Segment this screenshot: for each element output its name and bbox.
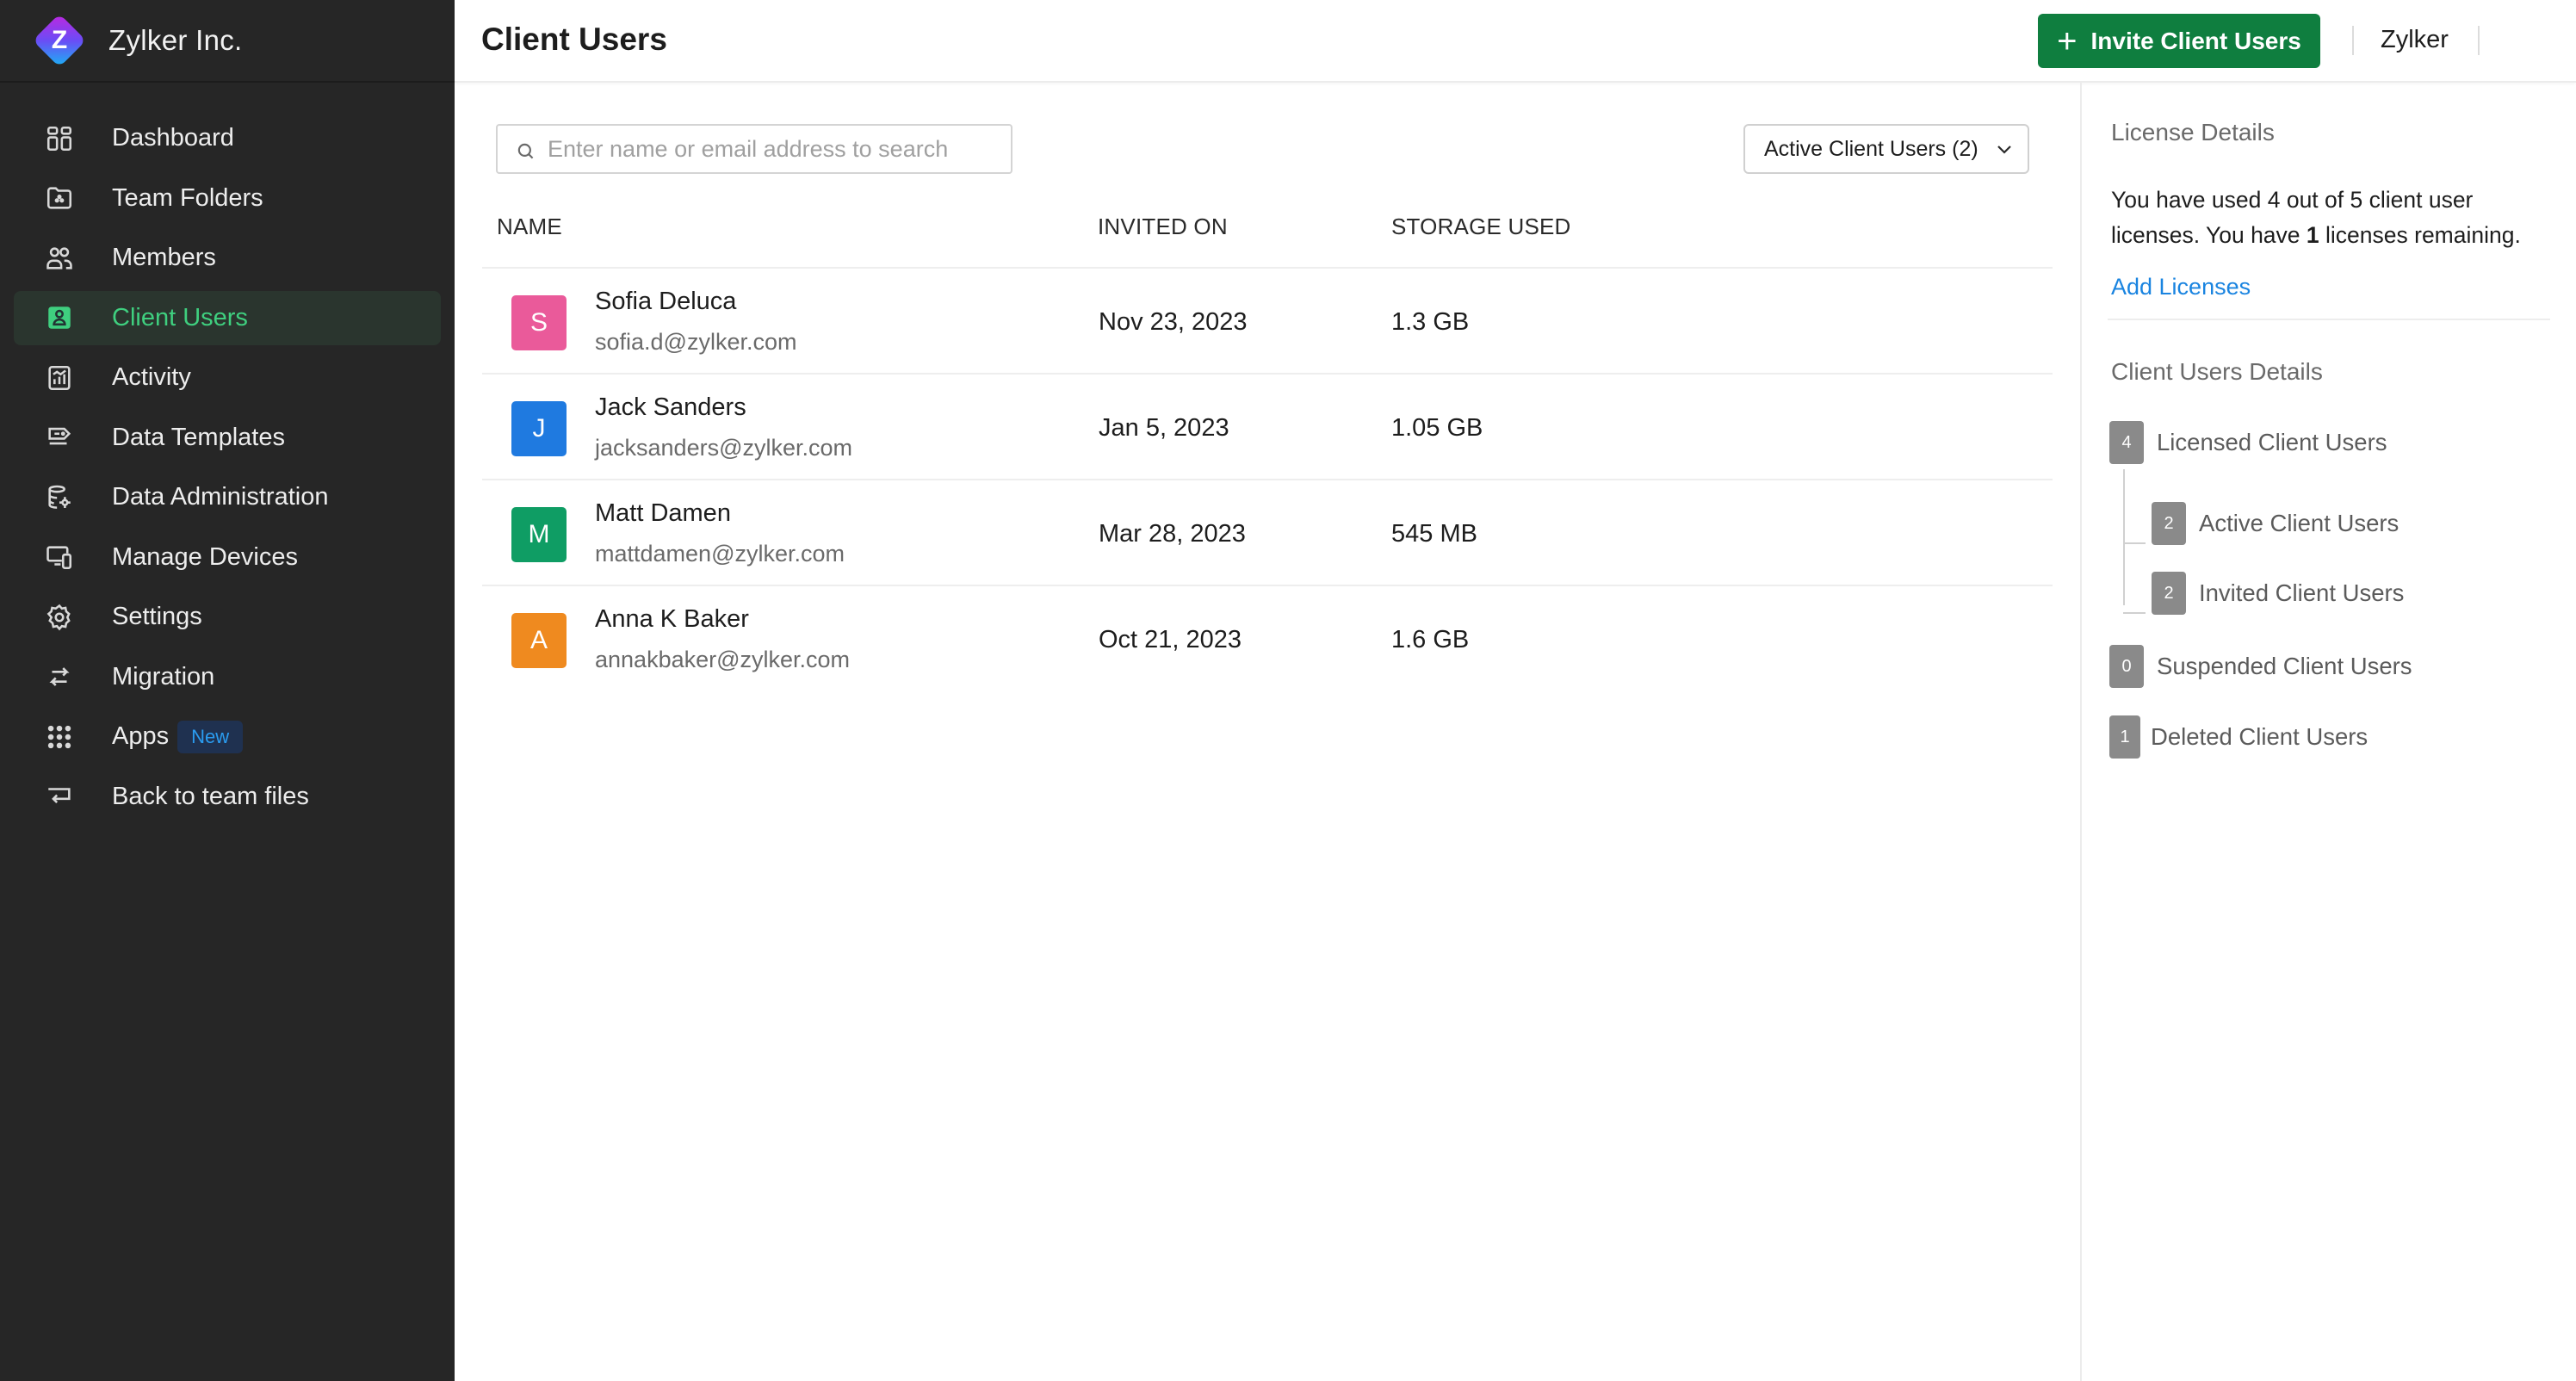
client-user-icon [43,301,76,334]
stat-licensed-client-users[interactable]: 4 Licensed Client Users [2109,421,2387,464]
license-details-heading: License Details [2111,119,2275,146]
header-divider [2478,26,2480,55]
sidebar-item-client-users[interactable]: Client Users [0,288,455,349]
sidebar-item-apps[interactable]: Apps New [0,707,455,767]
invite-client-users-button[interactable]: + Invite Client Users [2038,14,2320,68]
tree-connector [2123,469,2125,605]
gear-icon [43,601,76,634]
plus-icon: + [2057,22,2078,60]
count-badge: 0 [2109,645,2144,688]
dashboard-icon [43,122,76,155]
panel-divider [2108,319,2550,320]
sidebar-item-settings[interactable]: Settings [0,587,455,647]
column-header-invited-on[interactable]: INVITED ON [1098,214,1228,240]
table-row[interactable]: S Sofia Deluca sofia.d@zylker.com Nov 23… [482,267,2053,373]
user-name: Jack Sanders [595,393,746,421]
add-licenses-link[interactable]: Add Licenses [2111,274,2251,300]
storage-used: 1.6 GB [1391,626,1470,653]
user-initial-avatar: S [511,295,567,350]
column-header-name[interactable]: NAME [497,214,562,240]
org-switcher[interactable]: Zylker [2381,26,2449,54]
data-admin-icon [43,481,76,514]
back-arrow-icon [43,780,76,813]
table-row[interactable]: J Jack Sanders jacksanders@zylker.com Ja… [482,373,2053,479]
zylker-logo-icon: Z [32,13,87,68]
header-divider [2352,26,2354,55]
brand-header: Z Zylker Inc. [0,0,455,83]
user-email: sofia.d@zylker.com [595,329,797,355]
sidebar-item-data-administration[interactable]: Data Administration [0,468,455,528]
search-input[interactable] [548,135,995,163]
tree-connector [2123,542,2146,544]
storage-used: 1.3 GB [1391,308,1470,336]
sidebar-nav: Dashboard Team Folders Members Client Us… [0,108,455,827]
user-name: Matt Damen [595,499,731,527]
stat-invited-client-users[interactable]: 2 Invited Client Users [2152,572,2404,615]
licenses-remaining-count: 1 [2306,222,2319,248]
top-header: Client Users + Invite Client Users Zylke… [455,0,2576,83]
search-icon [517,143,534,159]
sidebar-item-manage-devices[interactable]: Manage Devices [0,528,455,588]
user-email: annakbaker@zylker.com [595,647,851,672]
invite-button-label: Invite Client Users [2090,27,2301,54]
user-name: Sofia Deluca [595,288,737,315]
user-initial-avatar: A [511,613,567,668]
sidebar-item-back-to-team-files[interactable]: Back to team files [0,767,455,827]
invited-on: Jan 5, 2023 [1099,414,1229,442]
org-name: Zylker Inc. [108,24,243,56]
search-box[interactable] [496,124,1012,174]
user-email: mattdamen@zylker.com [595,541,845,567]
invited-on: Nov 23, 2023 [1099,308,1248,336]
filter-selected-value: Active Client Users (2) [1764,136,1978,161]
client-users-details-heading: Client Users Details [2111,358,2323,385]
column-header-storage-used[interactable]: STORAGE USED [1391,214,1571,240]
stat-suspended-client-users[interactable]: 0 Suspended Client Users [2109,645,2412,688]
stat-deleted-client-users[interactable]: 1 Deleted Client Users [2109,715,2368,759]
apps-grid-icon [43,721,76,753]
members-icon [43,242,76,275]
team-folder-icon [43,182,76,214]
user-email: jacksanders@zylker.com [595,435,853,461]
license-summary: You have used 4 out of 5 client user lic… [2111,187,2521,248]
invited-on: Oct 21, 2023 [1099,626,1242,653]
devices-icon [43,541,76,573]
invited-on: Mar 28, 2023 [1099,520,1246,548]
storage-used: 1.05 GB [1391,414,1483,442]
user-initial-avatar: M [511,507,567,562]
table-row[interactable]: M Matt Damen mattdamen@zylker.com Mar 28… [482,479,2053,585]
table-row[interactable]: A Anna K Baker annakbaker@zylker.com Oct… [482,585,2053,690]
sidebar-item-activity[interactable]: Activity [0,348,455,408]
sidebar-item-migration[interactable]: Migration [0,647,455,708]
new-badge: New [177,720,244,753]
page-title: Client Users [481,22,667,57]
count-badge: 2 [2152,502,2186,545]
sidebar: Z Zylker Inc. Dashboard Team Folders Mem… [0,0,455,1381]
status-filter-dropdown[interactable]: Active Client Users (2) [1743,124,2029,174]
migration-icon [43,660,76,693]
user-name: Anna K Baker [595,605,749,633]
count-badge: 2 [2152,572,2186,615]
count-badge: 4 [2109,421,2144,464]
sidebar-item-members[interactable]: Members [0,228,455,288]
chevron-down-icon [1997,146,2011,154]
count-badge: 1 [2109,715,2140,759]
activity-icon [43,362,76,394]
client-users-table: S Sofia Deluca sofia.d@zylker.com Nov 23… [482,267,2053,690]
stat-active-client-users[interactable]: 2 Active Client Users [2152,502,2399,545]
sidebar-item-dashboard[interactable]: Dashboard [0,108,455,169]
data-template-icon [43,421,76,454]
user-initial-avatar: J [511,401,567,456]
storage-used: 545 MB [1391,520,1477,548]
tree-connector [2123,612,2146,614]
sidebar-item-team-folders[interactable]: Team Folders [0,169,455,229]
sidebar-item-data-templates[interactable]: Data Templates [0,408,455,468]
